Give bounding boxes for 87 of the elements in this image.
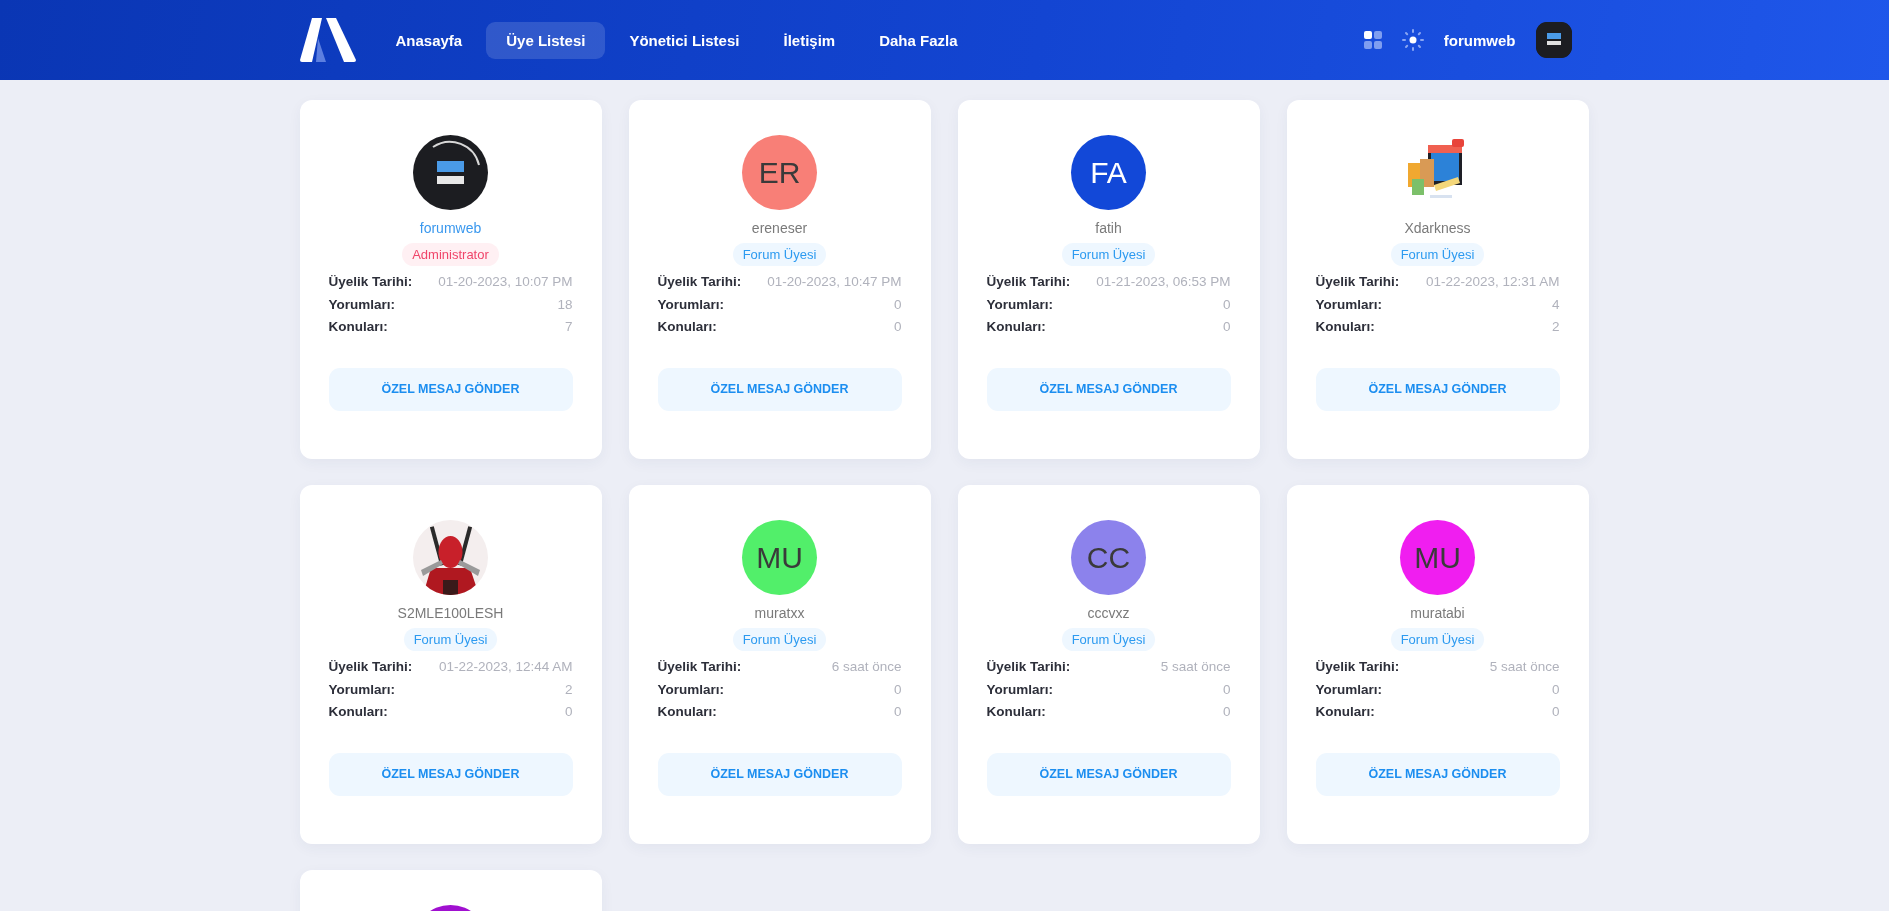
- stat-label: Konuları:: [328, 318, 388, 336]
- member-name[interactable]: Xdarkness: [1404, 220, 1471, 236]
- member-name[interactable]: fatih: [1095, 220, 1122, 236]
- nav-tab[interactable]: Yönetici Listesi: [609, 21, 760, 59]
- role-badge: Forum Üyesi: [1061, 628, 1156, 651]
- stat-label: Konuları:: [986, 318, 1046, 336]
- role-badge: Forum Üyesi: [732, 243, 827, 266]
- member-name[interactable]: muratxx: [754, 605, 805, 621]
- message-button[interactable]: ÖZEL MESAJ GÖNDER: [1315, 367, 1560, 411]
- sun-icon[interactable]: [1401, 29, 1424, 51]
- stat-value: 0: [1552, 703, 1560, 721]
- stat-value: 01-22-2023, 12:31 AM: [1425, 273, 1560, 291]
- avatar: FA: [1071, 135, 1146, 210]
- member-name[interactable]: S2MLE100LESH: [397, 605, 504, 621]
- stat-label: Üyelik Tarihi:: [657, 658, 742, 676]
- stat-value: 0: [894, 318, 902, 336]
- stat-label: Üyelik Tarihi:: [1315, 273, 1400, 291]
- role-badge: Forum Üyesi: [1390, 243, 1485, 266]
- stat-value: 0: [565, 703, 573, 721]
- member-name[interactable]: ereneser: [751, 220, 808, 236]
- avatar: CC: [1071, 520, 1146, 595]
- stat-label: Üyelik Tarihi:: [986, 273, 1071, 291]
- stat-value: 0: [1223, 680, 1231, 698]
- stat-label: Konuları:: [657, 318, 717, 336]
- stat-value: 0: [894, 295, 902, 313]
- stat-value: 4: [1552, 295, 1560, 313]
- avatar: ER: [742, 135, 817, 210]
- member-name[interactable]: cccvxz: [1087, 605, 1130, 621]
- stat-value: 01-20-2023, 10:47 PM: [767, 273, 902, 291]
- stat-value: 2: [565, 680, 573, 698]
- stat-value: 0: [1223, 318, 1231, 336]
- role-badge: Forum Üyesi: [403, 628, 498, 651]
- role-badge: Forum Üyesi: [732, 628, 827, 651]
- stat-label: Üyelik Tarihi:: [1315, 658, 1400, 676]
- stat-label: Konuları:: [1315, 703, 1375, 721]
- message-button[interactable]: ÖZEL MESAJ GÖNDER: [986, 752, 1231, 796]
- avatar: MU: [1400, 520, 1475, 595]
- stat-value: 0: [894, 680, 902, 698]
- member-name[interactable]: forumweb: [419, 220, 482, 236]
- stat-label: Yorumları:: [328, 295, 395, 313]
- nav-tab[interactable]: İletişim: [763, 21, 856, 59]
- stat-label: Yorumları:: [1315, 295, 1382, 313]
- stat-label: Yorumları:: [328, 680, 395, 698]
- member-name[interactable]: muratabi: [1410, 605, 1465, 621]
- stat-value: 7: [565, 318, 573, 336]
- stat-label: Üyelik Tarihi:: [986, 658, 1071, 676]
- message-button[interactable]: ÖZEL MESAJ GÖNDER: [328, 367, 573, 411]
- logo-icon[interactable]: [299, 18, 356, 62]
- stat-label: Konuları:: [657, 703, 717, 721]
- stat-value: 0: [894, 703, 902, 721]
- stat-value: 0: [1223, 295, 1231, 313]
- stat-label: Üyelik Tarihi:: [328, 273, 413, 291]
- stat-label: Yorumları:: [986, 680, 1053, 698]
- user-avatar[interactable]: [1535, 22, 1572, 58]
- message-button[interactable]: ÖZEL MESAJ GÖNDER: [328, 752, 573, 796]
- stat-value: 01-21-2023, 06:53 PM: [1096, 273, 1231, 291]
- stat-value: 18: [557, 295, 573, 313]
- stat-label: Konuları:: [328, 703, 388, 721]
- stat-label: Yorumları:: [986, 295, 1053, 313]
- role-badge: Administrator: [402, 243, 499, 266]
- stat-label: Üyelik Tarihi:: [328, 658, 413, 676]
- stat-value: 6 saat önce: [831, 658, 902, 676]
- nav-tab[interactable]: Anasayfa: [375, 21, 483, 59]
- apps-grid-icon[interactable]: [1363, 31, 1382, 49]
- message-button[interactable]: ÖZEL MESAJ GÖNDER: [986, 367, 1231, 411]
- nav-tab[interactable]: Üye Listesi: [486, 21, 606, 59]
- stat-label: Konuları:: [1315, 318, 1375, 336]
- role-badge: Forum Üyesi: [1390, 628, 1485, 651]
- stat-value: 5 saat önce: [1489, 658, 1560, 676]
- nav-tab[interactable]: Daha Fazla: [859, 21, 978, 59]
- stat-value: 2: [1552, 318, 1560, 336]
- stat-value: 0: [1552, 680, 1560, 698]
- stat-label: Yorumları:: [1315, 680, 1382, 698]
- role-badge: Forum Üyesi: [1061, 243, 1156, 266]
- message-button[interactable]: ÖZEL MESAJ GÖNDER: [657, 752, 902, 796]
- username[interactable]: forumweb: [1443, 31, 1516, 49]
- message-button[interactable]: ÖZEL MESAJ GÖNDER: [1315, 752, 1560, 796]
- stat-value: 0: [1223, 703, 1231, 721]
- stat-value: 01-22-2023, 12:44 AM: [438, 658, 573, 676]
- stat-label: Yorumları:: [657, 295, 724, 313]
- avatar: MU: [742, 520, 817, 595]
- stat-value: 5 saat önce: [1160, 658, 1231, 676]
- stat-label: Üyelik Tarihi:: [657, 273, 742, 291]
- message-button[interactable]: ÖZEL MESAJ GÖNDER: [657, 367, 902, 411]
- stat-label: Konuları:: [986, 703, 1046, 721]
- stat-value: 01-20-2023, 10:07 PM: [438, 273, 573, 291]
- stat-label: Yorumları:: [657, 680, 724, 698]
